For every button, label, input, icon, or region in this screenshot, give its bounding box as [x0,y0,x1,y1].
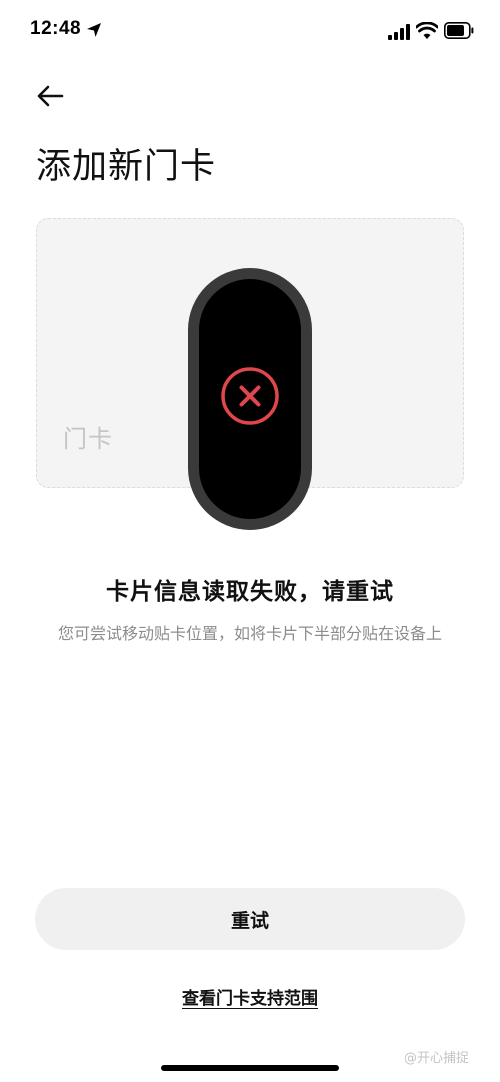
watermark: @开心捕捉 [404,1051,470,1066]
battery-icon [444,22,474,39]
wifi-icon [416,22,438,39]
retry-button[interactable]: 重试 [35,888,465,950]
status-bar: 12:48 [0,0,500,60]
error-title: 卡片信息读取失败，请重试 [106,579,394,605]
back-arrow-icon [37,85,64,107]
error-description: 您可尝试移动贴卡位置，如将卡片下半部分贴在设备上 [57,624,442,643]
smart-band-illustration [188,268,312,530]
home-indicator [161,1065,339,1071]
status-time: 12:48 [30,18,82,39]
card-label: 门卡 [63,425,113,453]
location-arrow-icon [87,23,101,37]
page-title: 添加新门卡 [36,147,217,187]
cellular-signal-icon [388,24,410,40]
card-support-link[interactable]: 查看门卡支持范围 [0,984,500,1009]
back-button[interactable] [30,80,70,112]
